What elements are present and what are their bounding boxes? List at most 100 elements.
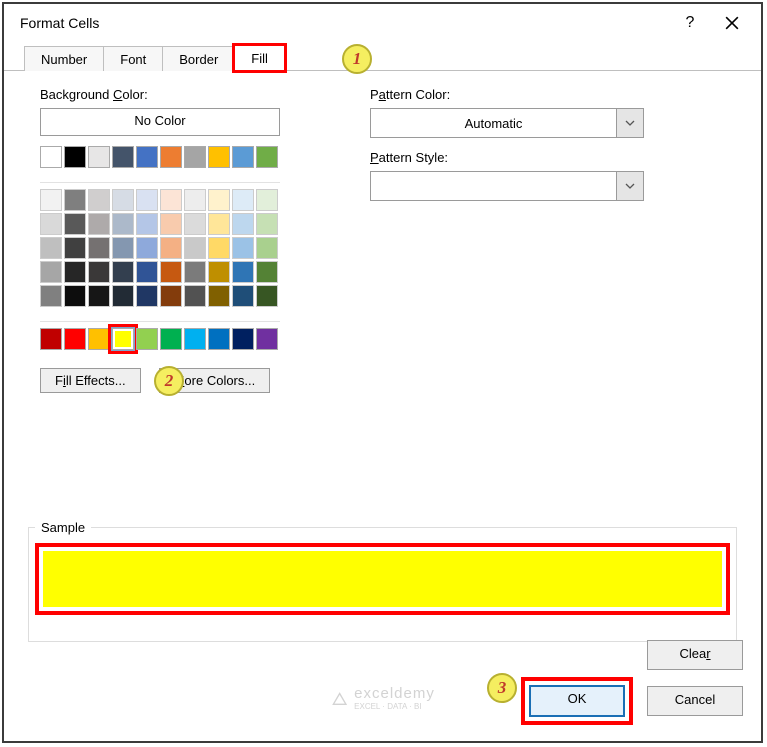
color-swatch[interactable]	[136, 146, 158, 168]
color-swatch[interactable]	[232, 237, 254, 259]
color-swatch[interactable]	[208, 237, 230, 259]
color-swatch[interactable]	[88, 328, 110, 350]
color-swatch[interactable]	[136, 261, 158, 283]
cancel-button[interactable]: Cancel	[647, 686, 743, 716]
chevron-down-icon	[616, 172, 643, 200]
color-swatch[interactable]	[64, 237, 86, 259]
color-swatch[interactable]	[136, 213, 158, 235]
color-swatch[interactable]	[64, 261, 86, 283]
color-swatch[interactable]	[40, 285, 62, 307]
color-swatch[interactable]	[136, 328, 158, 350]
theme-shades-grid	[40, 182, 280, 307]
color-swatch[interactable]	[256, 237, 278, 259]
color-swatch[interactable]	[112, 189, 134, 211]
help-button[interactable]: ?	[669, 7, 711, 39]
color-swatch[interactable]	[160, 328, 182, 350]
annotation-1: 1	[342, 44, 372, 74]
color-swatch[interactable]	[136, 285, 158, 307]
ok-button[interactable]: OK	[529, 685, 625, 717]
color-swatch[interactable]	[184, 328, 206, 350]
color-swatch[interactable]	[232, 213, 254, 235]
color-swatch[interactable]	[64, 146, 86, 168]
color-swatch[interactable]	[160, 146, 182, 168]
color-swatch[interactable]	[232, 189, 254, 211]
color-swatch[interactable]	[184, 213, 206, 235]
fill-effects-button[interactable]: Fill Effects...	[40, 368, 141, 393]
watermark: exceldemy EXCEL · DATA · BI	[330, 685, 435, 711]
color-swatch[interactable]	[256, 285, 278, 307]
theme-color-row	[40, 146, 280, 168]
color-swatch[interactable]	[64, 213, 86, 235]
pattern-style-label: Pattern Style:	[370, 150, 739, 165]
color-swatch[interactable]	[208, 285, 230, 307]
color-swatch[interactable]	[184, 261, 206, 283]
color-swatch[interactable]	[160, 285, 182, 307]
color-swatch[interactable]	[40, 261, 62, 283]
color-swatch[interactable]	[256, 213, 278, 235]
tab-fill[interactable]: Fill	[234, 45, 285, 71]
pattern-color-label: Pattern Color:	[370, 87, 739, 102]
color-swatch[interactable]	[64, 328, 86, 350]
annotation-2: 2	[154, 366, 184, 396]
color-swatch[interactable]	[208, 189, 230, 211]
color-swatch[interactable]	[112, 146, 134, 168]
bg-color-section: Background Color: No Color Fill Effects.…	[40, 87, 280, 393]
tab-font[interactable]: Font	[103, 46, 162, 71]
color-swatch[interactable]	[208, 261, 230, 283]
pattern-style-dropdown[interactable]	[370, 171, 644, 201]
dialog-body: Background Color: No Color Fill Effects.…	[4, 71, 761, 393]
sample-frame: Sample	[28, 520, 737, 642]
format-cells-dialog: Format Cells ? Number Font Border Fill 1…	[2, 2, 763, 743]
color-swatch[interactable]	[112, 328, 134, 350]
color-swatch[interactable]	[88, 146, 110, 168]
color-swatch[interactable]	[40, 328, 62, 350]
color-swatch[interactable]	[64, 189, 86, 211]
color-swatch[interactable]	[136, 237, 158, 259]
color-swatch[interactable]	[88, 285, 110, 307]
color-swatch[interactable]	[184, 237, 206, 259]
no-color-button[interactable]: No Color	[40, 108, 280, 136]
chevron-down-icon	[616, 109, 643, 137]
sample-preview	[43, 551, 722, 607]
color-swatch[interactable]	[256, 328, 278, 350]
color-swatch[interactable]	[88, 213, 110, 235]
color-swatch[interactable]	[208, 328, 230, 350]
color-swatch[interactable]	[208, 146, 230, 168]
color-swatch[interactable]	[40, 237, 62, 259]
clear-button[interactable]: Clear	[647, 640, 743, 670]
color-swatch[interactable]	[112, 261, 134, 283]
color-swatch[interactable]	[256, 146, 278, 168]
tab-border[interactable]: Border	[162, 46, 234, 71]
close-button[interactable]	[711, 7, 753, 39]
color-swatch[interactable]	[64, 285, 86, 307]
color-swatch[interactable]	[184, 285, 206, 307]
pattern-color-dropdown[interactable]: Automatic	[370, 108, 644, 138]
color-swatch[interactable]	[88, 261, 110, 283]
color-swatch[interactable]	[232, 146, 254, 168]
color-swatch[interactable]	[184, 189, 206, 211]
color-swatch[interactable]	[112, 285, 134, 307]
color-swatch[interactable]	[40, 146, 62, 168]
color-swatch[interactable]	[88, 237, 110, 259]
ok-highlight: OK	[521, 677, 633, 725]
color-swatch[interactable]	[160, 213, 182, 235]
color-swatch[interactable]	[40, 189, 62, 211]
color-swatch[interactable]	[184, 146, 206, 168]
annotation-3: 3	[487, 673, 517, 703]
color-swatch[interactable]	[232, 285, 254, 307]
color-swatch[interactable]	[112, 237, 134, 259]
color-swatch[interactable]	[136, 189, 158, 211]
color-swatch[interactable]	[40, 213, 62, 235]
color-swatch[interactable]	[232, 328, 254, 350]
color-swatch[interactable]	[256, 261, 278, 283]
color-swatch[interactable]	[112, 213, 134, 235]
color-swatch[interactable]	[208, 213, 230, 235]
tab-number[interactable]: Number	[24, 46, 103, 71]
color-swatch[interactable]	[256, 189, 278, 211]
color-swatch[interactable]	[160, 189, 182, 211]
color-swatch[interactable]	[160, 237, 182, 259]
color-swatch[interactable]	[88, 189, 110, 211]
pattern-color-value: Automatic	[371, 116, 616, 131]
color-swatch[interactable]	[160, 261, 182, 283]
color-swatch[interactable]	[232, 261, 254, 283]
